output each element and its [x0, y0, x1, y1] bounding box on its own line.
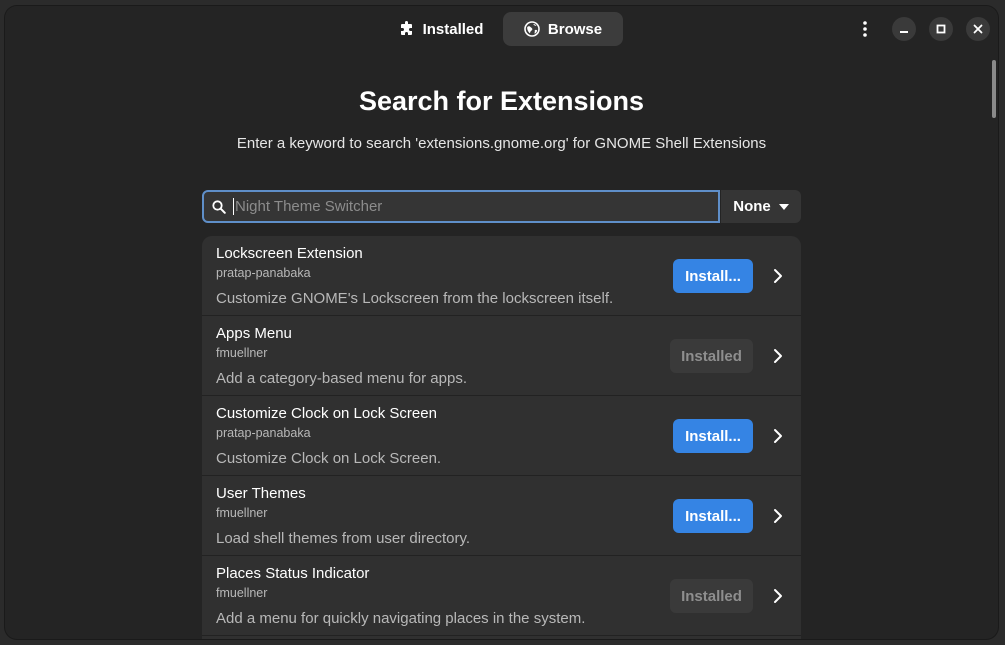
- list-item[interactable]: Apps Menu fmuellner Add a category-based m…: [202, 316, 801, 396]
- page-title: Search for Extensions: [358, 86, 645, 116]
- results-list: Lockscreen Extension pratap-panabaka Custo…: [202, 236, 801, 639]
- list-item[interactable]: Places Status Indicator fmuellner Add a me…: [202, 556, 801, 636]
- maximize-button[interactable]: [929, 17, 953, 41]
- puzzle-piece-icon: [400, 21, 412, 35]
- globe-icon: [524, 21, 540, 37]
- sort-dropdown-label: None: [733, 198, 771, 215]
- chevron-right-icon[interactable]: [773, 268, 783, 284]
- list-item[interactable]: User Themes fmuellner Load shell themes fr…: [202, 476, 801, 556]
- minimize-button[interactable]: [892, 17, 916, 41]
- installed-button: Installed: [670, 339, 753, 373]
- minimize-icon: [900, 31, 908, 33]
- chevron-right-icon[interactable]: [773, 588, 783, 604]
- search-icon: [212, 199, 226, 214]
- installed-button: Installed: [670, 579, 753, 613]
- tab-installed-label: Installed: [422, 20, 484, 38]
- header-bar: Installed Browse: [5, 6, 998, 52]
- search-input[interactable]: [233, 198, 718, 215]
- page-subtitle: Enter a keyword to search 'extensions.gn…: [236, 135, 767, 152]
- close-icon: [973, 24, 983, 34]
- list-item[interactable]: Lockscreen Extension pratap-panabaka Custo…: [202, 236, 801, 316]
- chevron-down-icon: [778, 203, 789, 210]
- window-controls: [851, 16, 990, 42]
- search-box[interactable]: [202, 190, 720, 223]
- main-menu-button[interactable]: [851, 16, 879, 42]
- tab-browse[interactable]: Browse: [503, 12, 623, 46]
- close-button[interactable]: [966, 17, 990, 41]
- sort-dropdown[interactable]: None: [721, 190, 801, 223]
- maximize-icon: [936, 24, 946, 34]
- install-button[interactable]: Install...: [673, 419, 753, 453]
- chevron-right-icon[interactable]: [773, 508, 783, 524]
- tab-browse-label: Browse: [547, 20, 603, 38]
- search-row: None: [202, 190, 801, 223]
- install-button[interactable]: Install...: [673, 259, 753, 293]
- list-item[interactable]: Customize Clock on Lock Screen pratap-pan…: [202, 396, 801, 476]
- chevron-right-icon[interactable]: [773, 428, 783, 444]
- tab-installed[interactable]: Installed: [383, 12, 499, 46]
- app-window: Installed Browse Search for Extensions E…: [5, 6, 998, 639]
- chevron-right-icon[interactable]: [773, 348, 783, 364]
- view-switcher: Installed Browse: [383, 12, 623, 46]
- install-button[interactable]: Install...: [673, 499, 753, 533]
- kebab-menu-icon: [863, 21, 867, 37]
